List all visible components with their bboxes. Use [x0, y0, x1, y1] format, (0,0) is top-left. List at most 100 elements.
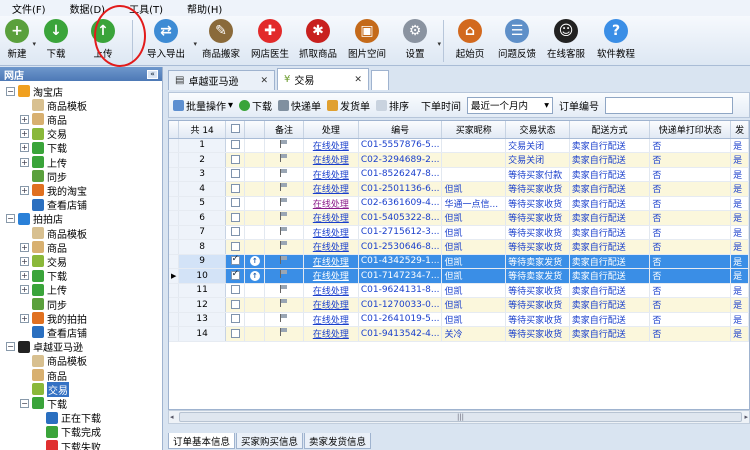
column-header[interactable]: 买家昵称: [441, 121, 507, 139]
menu-item[interactable]: 工具(T): [129, 1, 163, 16]
upload-button[interactable]: ↑ 上传: [78, 16, 128, 66]
action-cell[interactable]: 在线处理: [303, 225, 359, 240]
remark-cell[interactable]: [264, 167, 304, 182]
remark-cell[interactable]: [264, 181, 304, 197]
expand-icon[interactable]: +: [20, 185, 29, 195]
online-process-link[interactable]: 在线处理: [313, 301, 349, 311]
table-row[interactable]: 13 在线处理 C01-2641019-5... 但凯 等待买家收货 卖家自行配送 否 是: [169, 312, 749, 327]
action-cell[interactable]: 在线处理: [303, 254, 359, 269]
scroll-left-icon[interactable]: ◂: [170, 413, 174, 421]
remark-cell[interactable]: [264, 196, 304, 211]
action-cell[interactable]: 在线处理: [303, 138, 359, 153]
remark-cell[interactable]: [264, 268, 304, 284]
pin-icon[interactable]: «: [147, 69, 158, 79]
online-process-link[interactable]: 在线处理: [313, 142, 349, 152]
scroll-thumb[interactable]: |||: [179, 412, 742, 422]
remark-cell[interactable]: [264, 297, 304, 313]
row-checkbox-cell[interactable]: [225, 152, 246, 168]
sort-button[interactable]: 排序: [376, 98, 409, 113]
action-cell[interactable]: 在线处理: [303, 196, 359, 211]
collapse-icon[interactable]: −: [6, 86, 15, 96]
tab-amazon[interactable]: ▤ 卓越亚马逊 ✕: [168, 70, 275, 90]
flag-icon[interactable]: [279, 154, 288, 163]
column-header[interactable]: 编号: [358, 121, 443, 139]
time-select[interactable]: 最近一个月内 ▾: [467, 96, 554, 114]
shop-doctor-button[interactable]: ✚ 网店医生: [247, 16, 293, 66]
table-row[interactable]: 1 在线处理 C01-5557876-5... 交易关闭 卖家自行配送 否 是: [169, 138, 749, 153]
row-checkbox[interactable]: [230, 314, 240, 324]
tree-item[interactable]: 商品模板: [32, 354, 87, 368]
row-checkbox-cell[interactable]: [225, 210, 246, 226]
row-checkbox-cell[interactable]: [225, 225, 246, 240]
tree-item[interactable]: 查看店铺: [32, 198, 87, 212]
remark-cell[interactable]: [264, 138, 304, 153]
action-cell[interactable]: 在线处理: [303, 297, 359, 313]
flag-icon[interactable]: [279, 284, 288, 293]
column-header[interactable]: 发: [730, 121, 749, 139]
menu-item[interactable]: 数据(D): [70, 1, 106, 16]
online-process-link[interactable]: 在线处理: [313, 258, 349, 268]
row-checkbox[interactable]: [230, 198, 240, 208]
detail-tab[interactable]: 卖家发货信息: [304, 433, 372, 449]
flag-icon[interactable]: [279, 226, 288, 235]
online-process-link[interactable]: 在线处理: [313, 272, 349, 282]
table-row[interactable]: 7 在线处理 C01-2715612-3... 但凯 等待买家收货 卖家自行配送 否 是: [169, 225, 749, 240]
row-checkbox[interactable]: [230, 299, 240, 309]
online-process-link[interactable]: 在线处理: [313, 243, 349, 253]
action-cell[interactable]: 在线处理: [303, 167, 359, 182]
new-tab[interactable]: [370, 70, 389, 90]
table-row[interactable]: 9 ↑ 在线处理 C01-4342529-1... 但凯 等待卖家发货卖家自行配送 否 是: [169, 254, 749, 269]
row-checkbox-cell[interactable]: [225, 326, 246, 342]
home-button[interactable]: ⌂ 起始页: [448, 16, 492, 66]
row-checkbox-cell[interactable]: [225, 312, 246, 327]
ship-bill-button[interactable]: 发货单: [327, 98, 370, 113]
action-cell[interactable]: 在线处理: [303, 326, 359, 342]
tree-item[interactable]: 查看店铺: [32, 325, 87, 340]
menu-item[interactable]: 帮助(H): [187, 1, 222, 16]
flag-icon[interactable]: [279, 255, 288, 264]
order-search-input[interactable]: [605, 96, 734, 114]
download-button[interactable]: ↓ 下载: [34, 16, 78, 66]
row-checkbox[interactable]: [230, 140, 240, 150]
online-process-link[interactable]: 在线处理: [313, 214, 349, 224]
tree-item[interactable]: 交易: [32, 381, 69, 397]
tree-item[interactable]: + 上传: [20, 283, 67, 297]
row-checkbox-cell[interactable]: [225, 297, 246, 313]
tree-item[interactable]: 下载失败: [46, 439, 101, 450]
tree-item[interactable]: + 下载: [20, 141, 67, 155]
collapse-icon[interactable]: −: [6, 214, 15, 224]
action-cell[interactable]: 在线处理: [303, 268, 359, 284]
row-checkbox[interactable]: [230, 254, 240, 266]
row-checkbox-cell[interactable]: [225, 181, 246, 197]
online-process-link[interactable]: 在线处理: [313, 171, 349, 181]
table-row[interactable]: 2 在线处理 C02-3294689-2... 交易关闭 卖家自行配送 否 是: [169, 152, 749, 168]
online-process-link[interactable]: 在线处理: [313, 330, 349, 340]
flag-icon[interactable]: [279, 328, 288, 337]
action-cell[interactable]: 在线处理: [303, 239, 359, 255]
remark-cell[interactable]: [264, 152, 304, 168]
online-process-link[interactable]: 在线处理: [313, 287, 349, 297]
online-process-link[interactable]: 在线处理: [313, 229, 349, 239]
table-row[interactable]: 11 在线处理 C01-9624131-8... 但凯 等待买家收货 卖家自行配送 否 是: [169, 283, 749, 298]
move-goods-button[interactable]: ✎ 商品搬家: [195, 16, 247, 66]
detail-tab[interactable]: 订单基本信息: [168, 433, 236, 449]
batch-button[interactable]: 批量操作 ▾: [173, 98, 233, 113]
column-header[interactable]: 快递单打印状态: [649, 121, 732, 139]
flag-icon[interactable]: [279, 299, 288, 308]
flag-icon[interactable]: [279, 139, 288, 148]
chevron-down-icon[interactable]: ▾: [437, 40, 441, 48]
tree-item[interactable]: + 下载: [20, 269, 67, 283]
expand-icon[interactable]: +: [20, 114, 29, 124]
close-icon[interactable]: ✕: [354, 75, 362, 85]
row-checkbox[interactable]: [230, 169, 240, 179]
table-row[interactable]: 4 在线处理 C01-2501136-6... 但凯 等待买家收货 卖家自行配送 否 是: [169, 181, 749, 197]
flag-icon[interactable]: [279, 168, 288, 177]
expand-icon[interactable]: +: [20, 242, 29, 252]
row-checkbox[interactable]: [230, 183, 240, 193]
expand-icon[interactable]: +: [20, 313, 29, 323]
row-checkbox[interactable]: [230, 285, 240, 295]
tree-item[interactable]: − 拍拍店: [6, 212, 63, 226]
settings-button[interactable]: ⚙ 设置 ▾: [391, 16, 441, 66]
flag-icon[interactable]: [279, 212, 288, 221]
flag-icon[interactable]: [279, 197, 288, 206]
